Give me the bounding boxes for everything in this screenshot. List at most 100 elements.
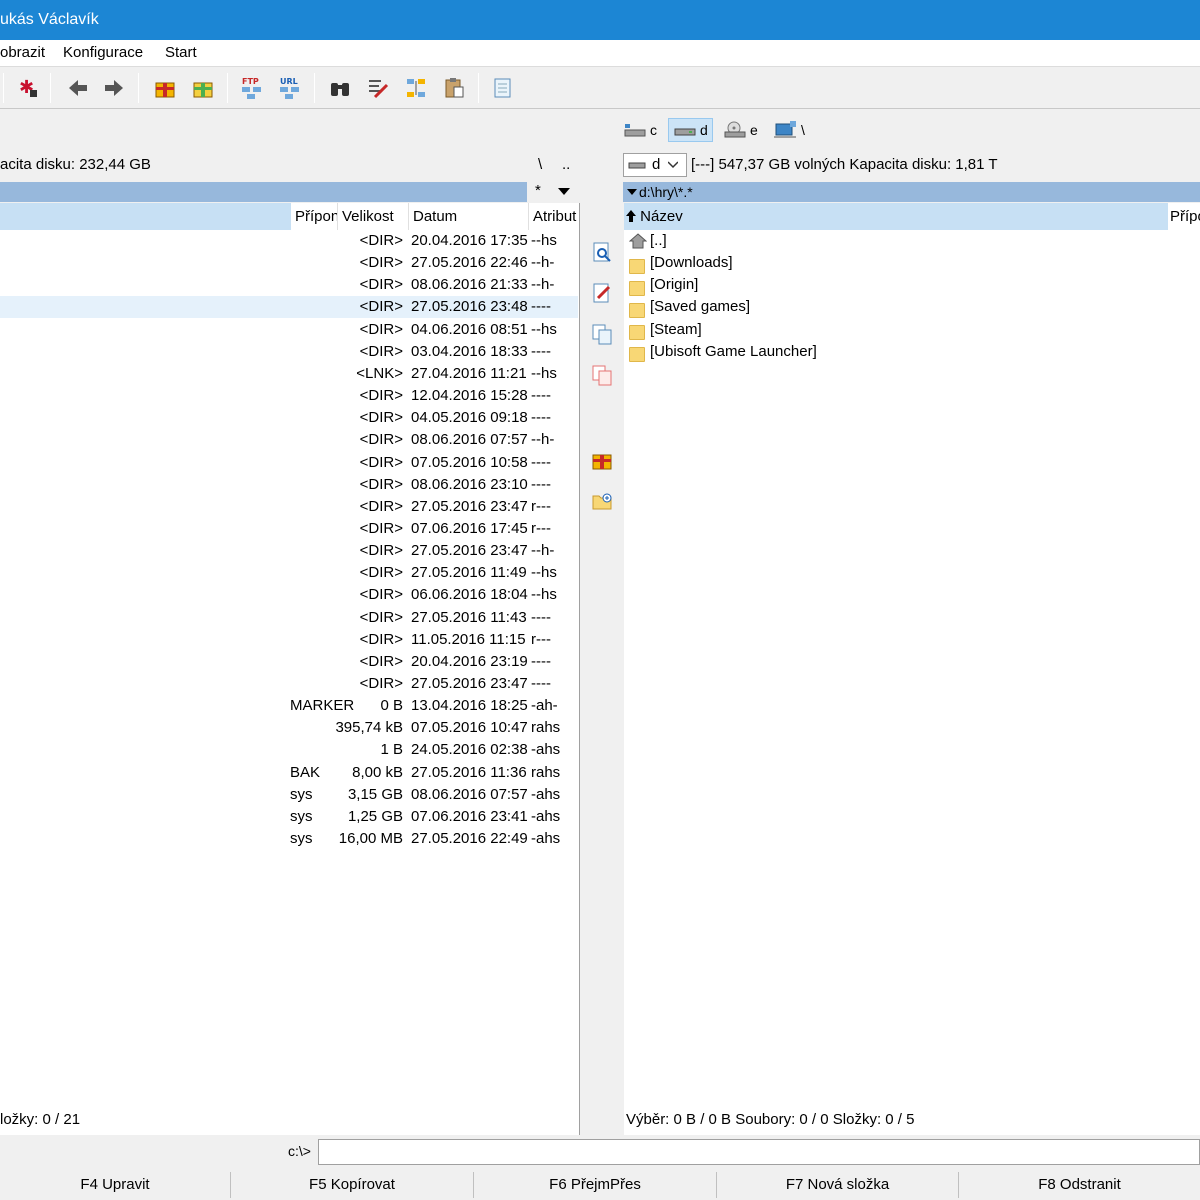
- table-row[interactable]: MARKER 0 B 13.04.2016 18:25 -ah-: [0, 695, 578, 717]
- table-row[interactable]: <LNK> 27.04.2016 11:21 --hs: [0, 363, 578, 385]
- cell-size: <DIR>: [359, 342, 403, 360]
- cell-date: 12.04.2016 15:28: [411, 387, 528, 405]
- chevron-down-icon[interactable]: [558, 188, 570, 196]
- drive-button-d[interactable]: d: [668, 118, 713, 142]
- cell-size: 1 B: [380, 741, 403, 759]
- notepad-icon[interactable]: [490, 75, 516, 101]
- cell-date: 27.05.2016 23:48: [411, 298, 528, 316]
- right-path: d:\hry\*.*: [639, 184, 693, 200]
- f6-move-button[interactable]: F6 PřejmPřes: [474, 1172, 717, 1198]
- f4-edit-button[interactable]: F4 Upravit: [0, 1172, 231, 1198]
- command-input[interactable]: [318, 1139, 1200, 1165]
- table-row[interactable]: <DIR> 08.06.2016 21:33 --h-: [0, 274, 578, 296]
- menu-start[interactable]: Start: [165, 44, 197, 61]
- pack-files-icon[interactable]: [152, 75, 178, 101]
- pack-icon[interactable]: [589, 447, 615, 473]
- table-row[interactable]: <DIR> 27.05.2016 23:47 --h-: [0, 540, 578, 562]
- table-row[interactable]: <DIR> 11.05.2016 11:15 r---: [0, 629, 578, 651]
- table-row[interactable]: <DIR> 27.05.2016 23:48 ----: [0, 296, 578, 319]
- table-row[interactable]: 1 B 24.05.2016 02:38 -ahs: [0, 739, 578, 761]
- table-row[interactable]: BAK 8,00 kB 27.05.2016 11:36 rahs: [0, 762, 578, 784]
- chevron-down-icon: [627, 189, 637, 195]
- drive-button-network[interactable]: \: [768, 118, 809, 142]
- header-extension[interactable]: Přípon: [291, 203, 338, 230]
- back-arrow-icon[interactable]: [65, 75, 91, 101]
- table-row[interactable]: <DIR> 08.06.2016 23:10 ----: [0, 474, 578, 496]
- svg-text:URL: URL: [280, 77, 298, 86]
- forward-arrow-icon[interactable]: [101, 75, 127, 101]
- drive-button-e[interactable]: e: [719, 118, 762, 142]
- ftp-connect-icon[interactable]: FTP: [239, 75, 265, 101]
- wildcard-select-icon[interactable]: ✱: [15, 75, 41, 101]
- f5-copy-button[interactable]: F5 Kopírovat: [231, 1172, 474, 1198]
- menu-view[interactable]: obrazit: [0, 44, 45, 61]
- header-size[interactable]: Velikost: [338, 203, 409, 230]
- list-item[interactable]: [..]: [624, 230, 1200, 252]
- list-item[interactable]: [Origin]: [624, 274, 1200, 296]
- cell-date: 07.05.2016 10:58: [411, 453, 528, 471]
- table-row[interactable]: <DIR> 07.06.2016 17:45 r---: [0, 518, 578, 540]
- move-file-icon[interactable]: [589, 362, 615, 388]
- cell-extension: sys: [290, 785, 313, 803]
- unpack-files-icon[interactable]: [190, 75, 216, 101]
- table-row[interactable]: <DIR> 12.04.2016 15:28 ----: [0, 385, 578, 407]
- table-row[interactable]: <DIR> 27.05.2016 22:46 --h-: [0, 252, 578, 274]
- list-item[interactable]: [Downloads]: [624, 252, 1200, 274]
- list-item[interactable]: [Ubisoft Game Launcher]: [624, 341, 1200, 363]
- table-row[interactable]: 395,74 kB 07.05.2016 10:47 rahs: [0, 717, 578, 739]
- table-row[interactable]: <DIR> 27.05.2016 23:47 ----: [0, 673, 578, 695]
- header-date[interactable]: Datum: [409, 203, 529, 230]
- left-filter[interactable]: *: [527, 182, 579, 202]
- multi-rename-icon[interactable]: [365, 75, 391, 101]
- f7-new-folder-button[interactable]: F7 Nová složka: [717, 1172, 959, 1198]
- right-path-bar[interactable]: d:\hry\*.*: [623, 182, 1200, 202]
- parent-dir-button[interactable]: ..: [562, 151, 570, 179]
- header-name[interactable]: [0, 203, 291, 230]
- left-path-bar[interactable]: [0, 182, 527, 202]
- list-item[interactable]: [Saved games]: [624, 296, 1200, 318]
- url-connect-icon[interactable]: URL: [277, 75, 303, 101]
- new-folder-icon[interactable]: [589, 488, 615, 514]
- table-row[interactable]: sys 1,25 GB 07.06.2016 23:41 -ahs: [0, 806, 578, 828]
- table-row[interactable]: <DIR> 20.04.2016 17:35 --hs: [0, 230, 578, 252]
- table-row[interactable]: <DIR> 08.06.2016 07:57 --h-: [0, 429, 578, 451]
- table-row[interactable]: <DIR> 03.04.2016 18:33 ----: [0, 341, 578, 363]
- table-row[interactable]: <DIR> 27.05.2016 11:43 ----: [0, 607, 578, 629]
- table-row[interactable]: <DIR> 20.04.2016 23:19 ----: [0, 651, 578, 673]
- cell-date: 13.04.2016 18:25: [411, 697, 528, 715]
- cell-size: <DIR>: [359, 630, 403, 648]
- header-name[interactable]: Název: [624, 203, 1168, 230]
- table-row[interactable]: sys 16,00 MB 27.05.2016 22:49 -ahs: [0, 828, 578, 850]
- file-name: [Saved games]: [650, 298, 751, 316]
- table-row[interactable]: <DIR> 27.05.2016 11:49 --hs: [0, 562, 578, 584]
- cell-size: 1,25 GB: [347, 807, 403, 825]
- edit-file-icon[interactable]: [589, 280, 615, 306]
- clipboard-icon[interactable]: [441, 75, 467, 101]
- table-row[interactable]: <DIR> 04.05.2016 09:18 ----: [0, 407, 578, 429]
- root-dir-button[interactable]: \: [538, 151, 542, 179]
- left-file-panel[interactable]: Přípon Velikost Datum Atribut <DIR> 20.04…: [0, 203, 580, 1135]
- filter-star[interactable]: *: [535, 182, 541, 199]
- drive-select[interactable]: d: [623, 153, 687, 177]
- right-file-panel[interactable]: Název Přípo [..] [Downloads] [Origin] [Save…: [624, 203, 1200, 1135]
- cell-size: <DIR>: [359, 453, 403, 471]
- table-row[interactable]: <DIR> 27.05.2016 23:47 r---: [0, 496, 578, 518]
- view-file-icon[interactable]: [589, 239, 615, 265]
- drive-button-c[interactable]: c: [619, 118, 661, 142]
- header-attributes[interactable]: Atribut: [529, 203, 578, 230]
- cell-attributes: r---: [531, 519, 551, 537]
- table-row[interactable]: sys 3,15 GB 08.06.2016 07:57 -ahs: [0, 784, 578, 806]
- table-row[interactable]: <DIR> 06.06.2016 18:04 --hs: [0, 584, 578, 606]
- copy-file-icon[interactable]: [589, 321, 615, 347]
- table-row[interactable]: <DIR> 07.05.2016 10:58 ----: [0, 452, 578, 474]
- menu-configuration[interactable]: Konfigurace: [63, 44, 143, 61]
- cell-date: 27.04.2016 11:21: [411, 364, 527, 382]
- f8-delete-button[interactable]: F8 Odstranit: [959, 1172, 1200, 1198]
- sync-dirs-icon[interactable]: [403, 75, 429, 101]
- drive-select-value: d: [652, 156, 661, 173]
- binoculars-search-icon[interactable]: [327, 75, 353, 101]
- cell-attributes: -ahs: [531, 741, 561, 759]
- header-extension[interactable]: Přípo: [1168, 203, 1200, 230]
- table-row[interactable]: <DIR> 04.06.2016 08:51 --hs: [0, 319, 578, 341]
- list-item[interactable]: [Steam]: [624, 319, 1200, 341]
